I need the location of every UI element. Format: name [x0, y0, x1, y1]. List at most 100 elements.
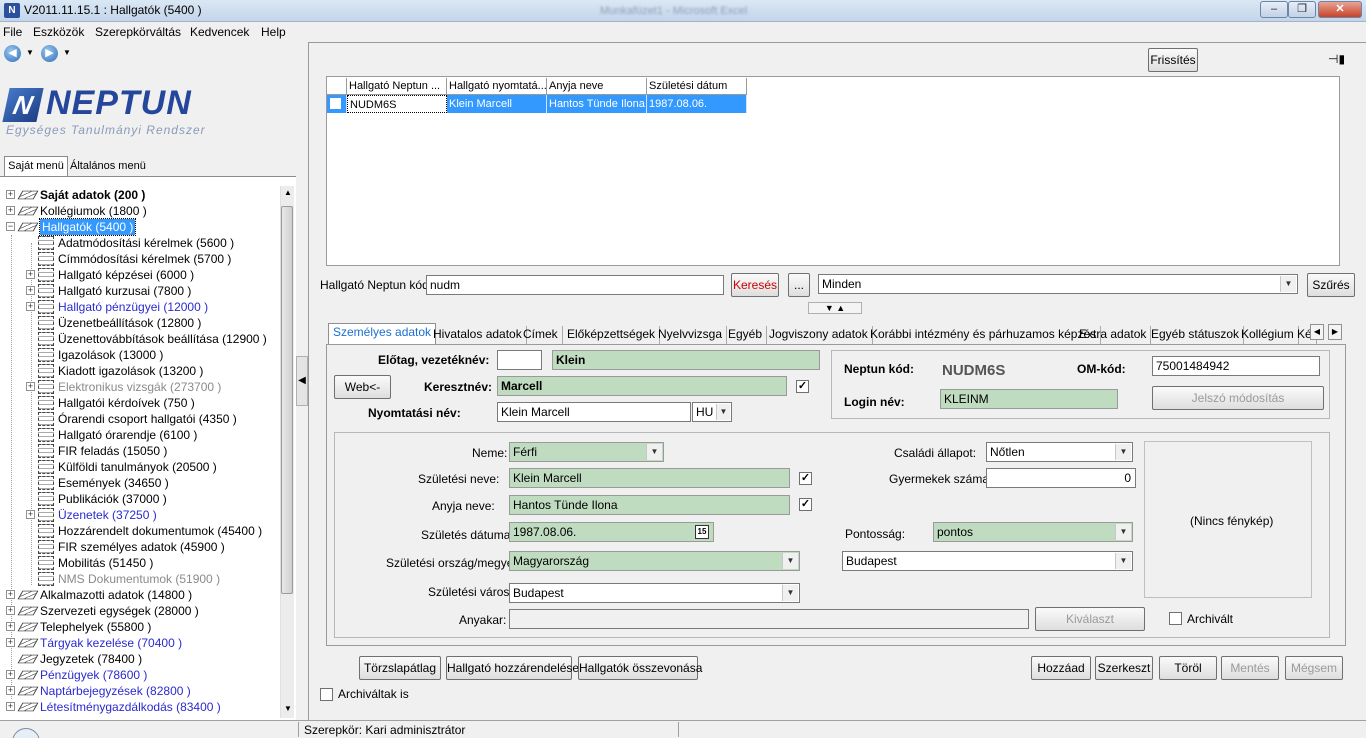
tree-item[interactable]: Hallgató órarendje (6100 )	[0, 427, 280, 443]
language-select[interactable]: HU ▼	[692, 402, 732, 422]
expand-icon[interactable]: +	[26, 382, 35, 391]
tree-item[interactable]: − Hallgatók (5400 )	[0, 218, 280, 236]
calendar-icon[interactable]: 15	[695, 525, 709, 539]
mother-checkbox[interactable]: ✓	[799, 498, 812, 511]
children-input[interactable]: 0	[986, 468, 1136, 488]
login-input[interactable]: KLEINM	[940, 389, 1118, 409]
refresh-button[interactable]: Frissítés	[1148, 48, 1198, 72]
menu-help[interactable]: Help	[261, 25, 286, 39]
scroll-up-icon[interactable]: ▲	[284, 188, 292, 197]
expand-icon[interactable]: +	[6, 606, 15, 615]
expand-icon[interactable]: +	[26, 286, 35, 295]
tab-own-menu[interactable]: Saját menü	[4, 156, 68, 176]
back-icon[interactable]: ◀	[4, 45, 21, 62]
forward-dropdown-icon[interactable]: ▼	[63, 48, 71, 57]
expand-icon[interactable]: +	[6, 206, 15, 215]
expand-icon[interactable]: +	[6, 190, 15, 199]
archived-too-checkbox[interactable]	[320, 688, 333, 701]
tree-item[interactable]: + Létesítménygazdálkodás (83400 )	[0, 699, 280, 715]
grid-header-neptun[interactable]: Hallgató Neptun ...	[347, 78, 447, 95]
tab-scroll-right-icon[interactable]: ▶	[1328, 324, 1342, 340]
grid-header-printname[interactable]: Hallgató nyomtatá...	[447, 78, 547, 95]
chevron-down-icon[interactable]: ▼	[1280, 276, 1296, 292]
tree-item[interactable]: + Naptárbejegyzések (82800 )	[0, 683, 280, 699]
grid-header-select[interactable]	[327, 78, 347, 95]
tab-10[interactable]: Kollégium	[1237, 326, 1299, 344]
expand-icon[interactable]: +	[6, 590, 15, 599]
pin-icon[interactable]: ⊣▮	[1328, 52, 1345, 66]
tree-item[interactable]: Üzenetbeállítások (12800 )	[0, 315, 280, 331]
tree-item[interactable]: Publikációk (37000 )	[0, 491, 280, 507]
surname-input[interactable]: Klein	[552, 350, 820, 370]
firstname-checkbox[interactable]: ✓	[796, 380, 809, 393]
archived-checkbox[interactable]	[1169, 612, 1182, 625]
table-row-checkbox[interactable]	[327, 95, 347, 113]
collapse-icon[interactable]: −	[6, 222, 15, 231]
tree-item[interactable]: Üzenettovábbítások beállítása (12900 )	[0, 331, 280, 347]
printname-input[interactable]: Klein Marcell	[497, 402, 691, 422]
tab-scroll-left-icon[interactable]: ◀	[1310, 324, 1324, 340]
grid-header-mother[interactable]: Anyja neve	[547, 78, 647, 95]
tree-item[interactable]: + Telephelyek (55800 )	[0, 619, 280, 635]
tab-4[interactable]: Nyelvvizsga	[654, 326, 728, 344]
menu-szerepkorvaltas[interactable]: Szerepkörváltás	[95, 25, 181, 39]
tab-8[interactable]: Extra adatok	[1075, 326, 1152, 344]
search-button[interactable]: Keresés	[731, 273, 779, 297]
close-button[interactable]: ✕	[1318, 1, 1362, 18]
tree-item[interactable]: + Tárgyak kezelése (70400 )	[0, 635, 280, 651]
chevron-down-icon[interactable]: ▼	[716, 404, 730, 420]
restore-button[interactable]: ❐	[1288, 1, 1316, 18]
delete-button[interactable]: Töröl	[1159, 656, 1217, 680]
cancel-button[interactable]: Mégsem	[1285, 656, 1343, 680]
firstname-input[interactable]: Marcell	[497, 376, 787, 396]
menu-kedvencek[interactable]: Kedvencek	[190, 25, 249, 39]
tab-3[interactable]: Előképzettségek	[563, 326, 661, 344]
scroll-down-icon[interactable]: ▼	[284, 704, 292, 713]
tree-item[interactable]: Események (34650 )	[0, 475, 280, 491]
tree-item[interactable]: NMS Dokumentumok (51900 )	[0, 571, 280, 587]
expand-icon[interactable]: +	[26, 510, 35, 519]
table-cell-birthdate[interactable]: 1987.08.06.	[647, 95, 747, 113]
tree-item[interactable]: FIR feladás (15050 )	[0, 443, 280, 459]
expand-icon[interactable]: +	[26, 270, 35, 279]
menu-file[interactable]: File	[3, 25, 22, 39]
tree-item[interactable]: + Saját adatok (200 )	[0, 187, 280, 203]
birthdate-input[interactable]: 1987.08.06.	[509, 522, 714, 542]
more-button[interactable]: ...	[788, 273, 810, 297]
expand-icon[interactable]: +	[6, 638, 15, 647]
save-button[interactable]: Mentés	[1221, 656, 1279, 680]
tree-item[interactable]: + Üzenetek (37250 )	[0, 507, 280, 523]
tree-item[interactable]: FIR személyes adatok (45900 )	[0, 539, 280, 555]
tab-9[interactable]: Egyéb státuszok	[1147, 326, 1245, 344]
birthname-input[interactable]: Klein Marcell	[509, 468, 790, 488]
torzslap-button[interactable]: Törzslapátlag	[359, 656, 441, 680]
county-select[interactable]: Budapest ▼	[842, 551, 1133, 571]
expand-icon[interactable]: +	[6, 670, 15, 679]
tree-item[interactable]: Hozzárendelt dokumentumok (45400 )	[0, 523, 280, 539]
birthcountry-select[interactable]: Magyarország ▼	[509, 551, 800, 571]
collapse-sidebar-icon[interactable]: ◀	[296, 356, 308, 406]
chevron-down-icon[interactable]: ▼	[1115, 524, 1131, 540]
menu-eszkozok[interactable]: Eszközök	[33, 25, 84, 39]
tree-item[interactable]: Jegyzetek (78400 )	[0, 651, 280, 667]
tree-item[interactable]: Órarendi csoport hallgatói (4350 )	[0, 411, 280, 427]
table-cell-mother[interactable]: Hantos Tünde Ilona	[547, 95, 647, 113]
tab-2[interactable]: Címek	[519, 326, 563, 344]
expand-icon[interactable]: +	[6, 622, 15, 631]
tree-item[interactable]: + Hallgató pénzügyei (12000 )	[0, 299, 280, 315]
expand-icon[interactable]: +	[6, 702, 15, 711]
grid-header-birthdate[interactable]: Születési dátum	[647, 78, 747, 95]
tree-item[interactable]: + Elektronikus vizsgák (273700 )	[0, 379, 280, 395]
select-button[interactable]: Kiválaszt	[1035, 607, 1145, 631]
prefix-input[interactable]	[497, 350, 542, 370]
tree-item[interactable]: + Alkalmazotti adatok (14800 )	[0, 587, 280, 603]
chevron-down-icon[interactable]: ▼	[782, 585, 798, 601]
tree-item[interactable]: Mobilitás (51450 )	[0, 555, 280, 571]
anyakar-input[interactable]	[509, 609, 1029, 629]
mother-input[interactable]: Hantos Tünde Ilona	[509, 495, 790, 515]
tree-item[interactable]: + Hallgató képzései (6000 )	[0, 267, 280, 283]
expand-icon[interactable]: +	[26, 302, 35, 311]
tree-item[interactable]: + Szervezeti egységek (28000 )	[0, 603, 280, 619]
table-cell-neptun[interactable]: NUDM6S	[347, 95, 447, 113]
chevron-down-icon[interactable]: ▼	[1115, 553, 1131, 569]
